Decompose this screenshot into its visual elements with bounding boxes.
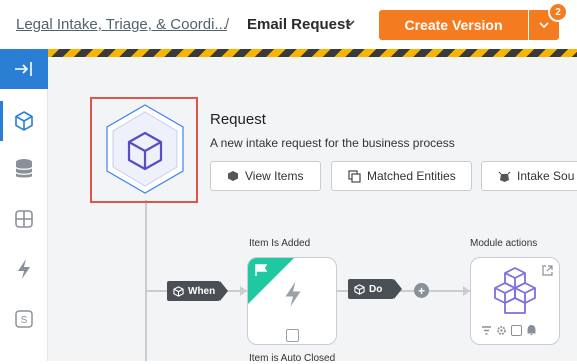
request-title: Request (210, 111, 266, 128)
lightning-icon (18, 259, 30, 279)
flow-connector-vertical (145, 200, 147, 361)
when-tag-arrow (220, 281, 228, 301)
hazard-stripe (48, 49, 577, 57)
do-label: Do (369, 283, 383, 295)
action-node-label: Module actions (470, 238, 538, 249)
bug-icon (498, 171, 511, 182)
lightning-icon (285, 281, 301, 307)
gear-icon[interactable] (496, 325, 507, 336)
flag-icon (255, 264, 268, 276)
intake-sources-button[interactable]: Intake Sou (481, 161, 577, 191)
action-checkbox[interactable] (511, 324, 522, 336)
arrow-head (240, 286, 247, 296)
svg-text:S: S (21, 315, 28, 326)
action-card-toolbar (481, 324, 537, 336)
bell-icon[interactable] (526, 324, 537, 336)
do-tag-arrow (394, 279, 402, 299)
notification-badge: 2 (548, 2, 568, 22)
intake-sources-label: Intake Sou (517, 169, 575, 183)
cube-icon (15, 111, 33, 131)
filter-icon[interactable] (481, 325, 492, 336)
trigger-bottom-label: Item is Auto Closed (249, 353, 336, 364)
trigger-node-label: Item Is Added (249, 238, 311, 249)
view-items-label: View Items (245, 169, 304, 183)
stacked-cubes-icon (494, 267, 536, 314)
top-bar: Legal Intake, Triage, & Coordi... / Emai… (0, 0, 577, 49)
external-link-icon[interactable] (542, 265, 553, 276)
sidebar-item-automations[interactable] (0, 249, 48, 289)
chevron-down-icon (539, 22, 549, 29)
chevron-down-icon[interactable] (344, 17, 356, 29)
when-tag[interactable]: When (167, 281, 220, 301)
breadcrumb-parent-link[interactable]: Legal Intake, Triage, & Coordi... (16, 16, 227, 33)
sidebar-item-scripts[interactable]: S (0, 299, 48, 339)
cube-icon (228, 171, 238, 181)
sidebar-item-data[interactable] (0, 149, 48, 189)
when-label: When (188, 285, 216, 297)
action-node-card[interactable] (470, 257, 560, 345)
trigger-node-card[interactable] (247, 257, 337, 345)
arrow-head (463, 286, 470, 296)
database-icon (15, 159, 33, 178)
cube-icon (173, 285, 184, 297)
sidebar-item-modules[interactable] (0, 101, 48, 141)
create-version-button[interactable]: Create Version (379, 10, 528, 40)
matched-entities-label: Matched Entities (367, 169, 456, 183)
collapse-panel-icon (15, 62, 32, 76)
copy-icon (348, 169, 361, 183)
breadcrumb-current[interactable]: Email Request (247, 16, 350, 33)
sidebar-item-layout[interactable] (0, 199, 48, 239)
sidebar: S (0, 49, 48, 361)
add-step-button[interactable]: + (414, 283, 429, 298)
grid-icon (15, 210, 33, 228)
sidebar-expand-button[interactable] (0, 49, 48, 89)
s-box-icon: S (15, 310, 33, 328)
request-hexagon-icon[interactable] (104, 103, 186, 195)
view-items-button[interactable]: View Items (210, 161, 321, 191)
trigger-checkbox[interactable] (286, 329, 299, 342)
cube-icon (354, 283, 365, 295)
breadcrumb-separator: / (225, 16, 230, 33)
matched-entities-button[interactable]: Matched Entities (331, 161, 472, 191)
request-description: A new intake request for the business pr… (210, 136, 455, 150)
do-tag[interactable]: Do (348, 279, 394, 299)
